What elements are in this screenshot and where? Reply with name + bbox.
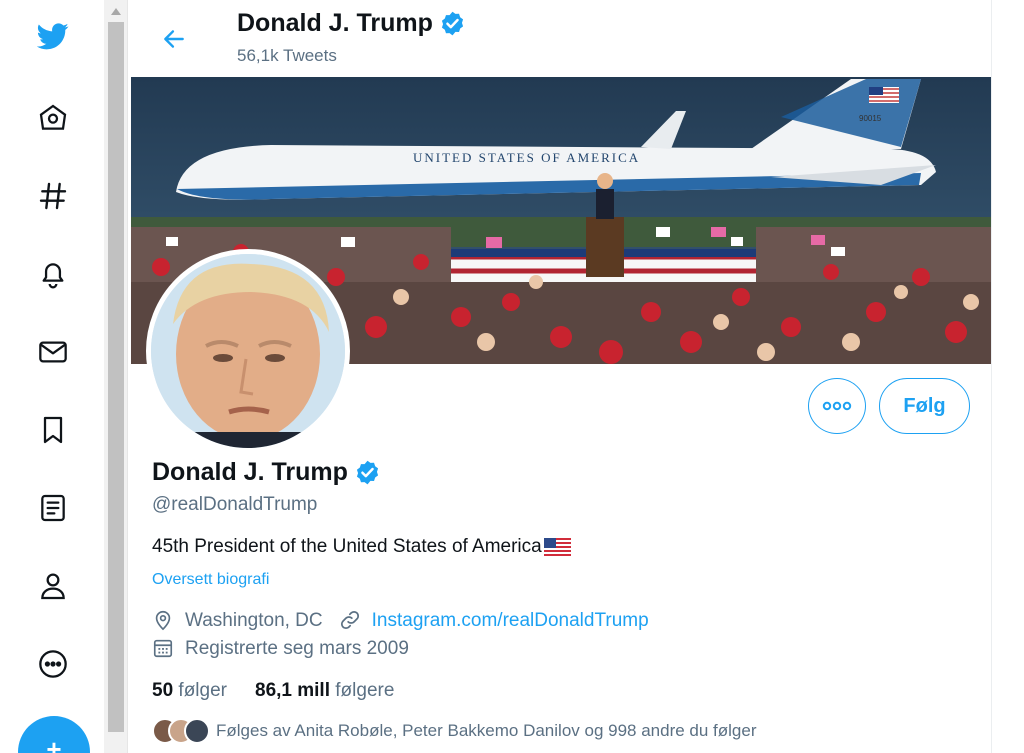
profile-name: Donald J. Trump [152,458,381,487]
more-options-icon [822,401,852,411]
header-title: Donald J. Trump [237,9,466,38]
twitter-logo-icon[interactable] [30,13,76,59]
profile-avatar[interactable] [146,249,350,453]
verified-badge-icon [441,11,463,36]
home-icon[interactable] [30,95,76,141]
profile-bio: 45th President of the United States of A… [152,536,571,558]
avatar-portrait [151,254,345,448]
joined-date: Registrerte seg mars 2009 [185,638,409,659]
profile-meta-joined: Registrerte seg mars 2009 [152,637,409,661]
bio-text: 45th President of the United States of A… [152,536,542,557]
translate-bio-link[interactable]: Oversett biografi [152,571,269,589]
verified-badge-icon [356,460,378,485]
followed-by-text: Følges av Anita Robøle, Peter Bakkemo Da… [216,721,757,740]
profile-name-text: Donald J. Trump [152,458,348,486]
back-arrow-icon [164,30,184,48]
messages-envelope-icon[interactable] [30,329,76,375]
profile-icon[interactable] [30,563,76,609]
compose-tweet-button[interactable]: + [18,716,90,753]
website-link[interactable]: Instagram.com/realDonaldTrump [372,610,649,632]
follow-stats: 50 følger 86,1 mill følgere [152,680,394,702]
follow-button[interactable]: Følg [879,378,970,434]
location-pin-icon [152,609,176,633]
profile-header-bar: Donald J. Trump 56,1k Tweets [129,0,991,76]
header-name: Donald J. Trump [237,9,433,37]
profile-column: Donald J. Trump 56,1k Tweets 90015 UNITE… [129,0,992,753]
tweet-count: 56,1k Tweets [237,46,337,65]
following-label: følger [178,680,227,701]
scroll-up-arrow-icon[interactable] [111,8,121,15]
us-flag-icon [543,538,571,556]
followed-by-avatars [152,718,210,744]
explore-hashtag-icon[interactable] [30,173,76,219]
banner-tail-number: 90015 [859,114,882,123]
calendar-icon [152,637,176,661]
lists-icon[interactable] [30,485,76,531]
profile-handle: @realDonaldTrump [152,494,318,515]
followers-label: følgere [335,680,395,701]
left-navigation: + [0,0,104,753]
following-stat[interactable]: 50 følger [152,680,227,702]
avatar [184,718,210,744]
location-text: Washington, DC [185,610,323,631]
followed-by-row[interactable]: Følges av Anita Robøle, Peter Bakkemo Da… [152,718,757,744]
scrollbar[interactable] [104,0,128,753]
more-circle-icon[interactable] [30,641,76,687]
more-options-button[interactable] [808,378,866,434]
followers-count: 86,1 mill [255,680,330,701]
followers-stat[interactable]: 86,1 mill følgere [255,680,394,702]
back-button[interactable] [157,22,191,56]
compose-tweet-icon: + [46,734,62,753]
banner-plane-lettering: UNITED STATES OF AMERICA [413,150,640,165]
bookmark-icon[interactable] [30,407,76,453]
scrollbar-thumb[interactable] [108,22,124,732]
link-icon [339,609,363,633]
following-count: 50 [152,680,174,701]
profile-meta-location-website: Washington, DC Instagram.com/realDonaldT… [152,609,649,633]
notifications-bell-icon[interactable] [30,251,76,297]
